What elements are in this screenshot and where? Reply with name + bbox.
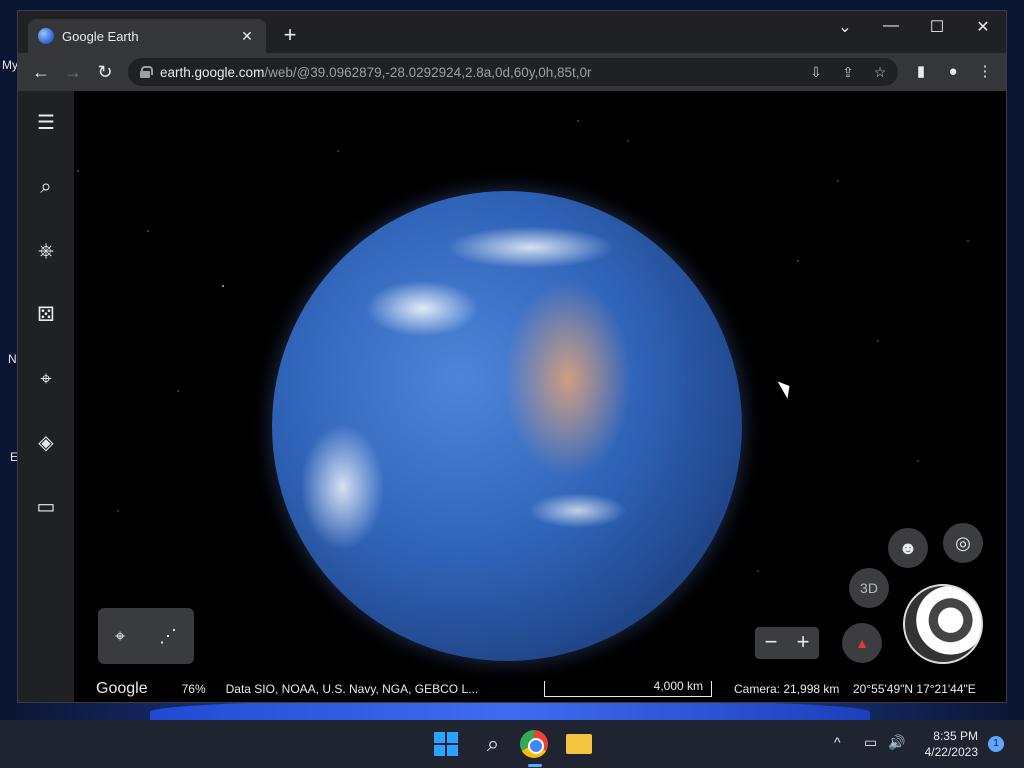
compass-icon[interactable]: ▲ — [842, 623, 882, 663]
desktop-icon-label[interactable]: N — [8, 352, 17, 366]
reload-button[interactable]: ↻ — [94, 61, 116, 83]
active-app-indicator — [528, 764, 542, 767]
system-clock[interactable]: 8:35 PM 4/22/2023 — [920, 728, 978, 760]
google-logo: Google — [96, 680, 148, 697]
profile-icon[interactable]: ● — [942, 61, 964, 83]
tab-title: Google Earth — [62, 28, 139, 44]
share-icon[interactable]: ⇪ — [838, 62, 858, 82]
volume-icon[interactable]: 🔊 — [888, 734, 905, 751]
earth-favicon-icon — [38, 28, 54, 44]
voyager-icon[interactable]: ⎈ — [32, 237, 60, 265]
lock-icon[interactable] — [140, 66, 153, 78]
earth-globe[interactable] — [272, 191, 742, 661]
my-location-icon[interactable]: ◎ — [943, 523, 983, 563]
url-path: /web/@39.0962879,-28.0292924,2.8a,0d,60y… — [264, 64, 592, 80]
start-button[interactable] — [434, 732, 458, 756]
side-panel-icon[interactable]: ▮ — [910, 61, 932, 83]
clock-date: 4/22/2023 — [924, 745, 978, 759]
chrome-taskbar-icon[interactable] — [520, 730, 548, 758]
back-button[interactable]: ← — [30, 61, 52, 83]
measure-icon[interactable]: ▭ — [32, 493, 60, 521]
earth-sidebar: ☰ ⌕ ⎈ ⚄ ⌖ ◈ ▭ — [18, 91, 74, 702]
notification-badge[interactable]: 1 — [988, 736, 1004, 752]
browser-toolbar: ← → ↻ earth.google.com/web/@39.0962879,-… — [18, 53, 1006, 91]
forward-button[interactable]: → — [62, 61, 84, 83]
coordinates: 20°55'49"N 17°21'44"E — [853, 682, 976, 696]
zoom-out-button[interactable]: − — [755, 627, 787, 659]
omnibox-actions: ⇩ ⇪ ☆ — [806, 62, 890, 82]
maximize-button[interactable]: ☐ — [922, 17, 952, 37]
feeling-lucky-icon[interactable]: ⚄ — [32, 301, 60, 329]
new-tab-button[interactable]: + — [278, 24, 302, 46]
pegman-icon[interactable]: ☻ — [888, 528, 928, 568]
camera-altitude: Camera: 21,998 km — [734, 682, 840, 696]
file-explorer-icon[interactable] — [566, 734, 592, 754]
placemark-toolbar: ⌖ ⋰ — [98, 608, 194, 664]
install-app-icon[interactable]: ⇩ — [806, 62, 826, 82]
address-bar[interactable]: earth.google.com/web/@39.0962879,-28.029… — [128, 58, 898, 86]
toggle-3d-button[interactable]: 3D — [849, 568, 889, 608]
earth-status-bar: Google 76% Data SIO, NOAA, U.S. Navy, NG… — [74, 677, 1006, 701]
taskbar-search-icon[interactable]: ⌕ — [478, 729, 508, 759]
scale-bar: 4,000 km — [544, 680, 712, 697]
zoom-in-button[interactable]: + — [787, 627, 819, 659]
load-progress: 76% — [181, 682, 206, 696]
search-icon[interactable]: ⌕ — [32, 173, 60, 201]
network-icon[interactable]: ▭ — [864, 734, 877, 751]
tray-overflow-icon[interactable]: ^ — [834, 734, 841, 750]
close-window-button[interactable]: ✕ — [968, 17, 998, 37]
projects-icon[interactable]: ⌖ — [32, 365, 60, 393]
add-placemark-icon[interactable]: ⌖ — [115, 626, 125, 647]
minimize-button[interactable]: — — [876, 17, 906, 35]
zoom-control: − + — [755, 627, 819, 659]
chrome-menu-icon[interactable]: ⋮ — [974, 61, 996, 83]
tab-search-button[interactable]: ⌄ — [830, 17, 860, 37]
earth-viewport[interactable]: ☰ ⌕ ⎈ ⚄ ⌖ ◈ ▭ ⌖ ⋰ ☻ ◎ 3D − + ▲ Google 76… — [18, 91, 1006, 702]
map-style-icon[interactable]: ◈ — [32, 429, 60, 457]
tab-google-earth[interactable]: Google Earth ✕ — [28, 19, 266, 53]
tab-close-icon[interactable]: ✕ — [238, 28, 256, 45]
taskbar: ⌕ ^ ▭ 🔊 8:35 PM 4/22/2023 1 — [0, 720, 1024, 768]
data-attribution[interactable]: Data SIO, NOAA, U.S. Navy, NGA, GEBCO L.… — [226, 682, 479, 696]
minimap-globe[interactable] — [903, 584, 983, 664]
draw-path-icon[interactable]: ⋰ — [159, 626, 177, 647]
url-host: earth.google.com — [160, 64, 265, 80]
bookmark-star-icon[interactable]: ☆ — [870, 62, 890, 82]
menu-icon[interactable]: ☰ — [32, 109, 60, 137]
clock-time: 8:35 PM — [933, 729, 978, 743]
browser-window: Google Earth ✕ + ⌄ — ☐ ✕ ← → ↻ earth.goo… — [17, 10, 1007, 703]
desktop-icon-label[interactable]: My — [2, 58, 18, 72]
tab-strip: Google Earth ✕ + ⌄ — ☐ ✕ — [18, 11, 1006, 53]
